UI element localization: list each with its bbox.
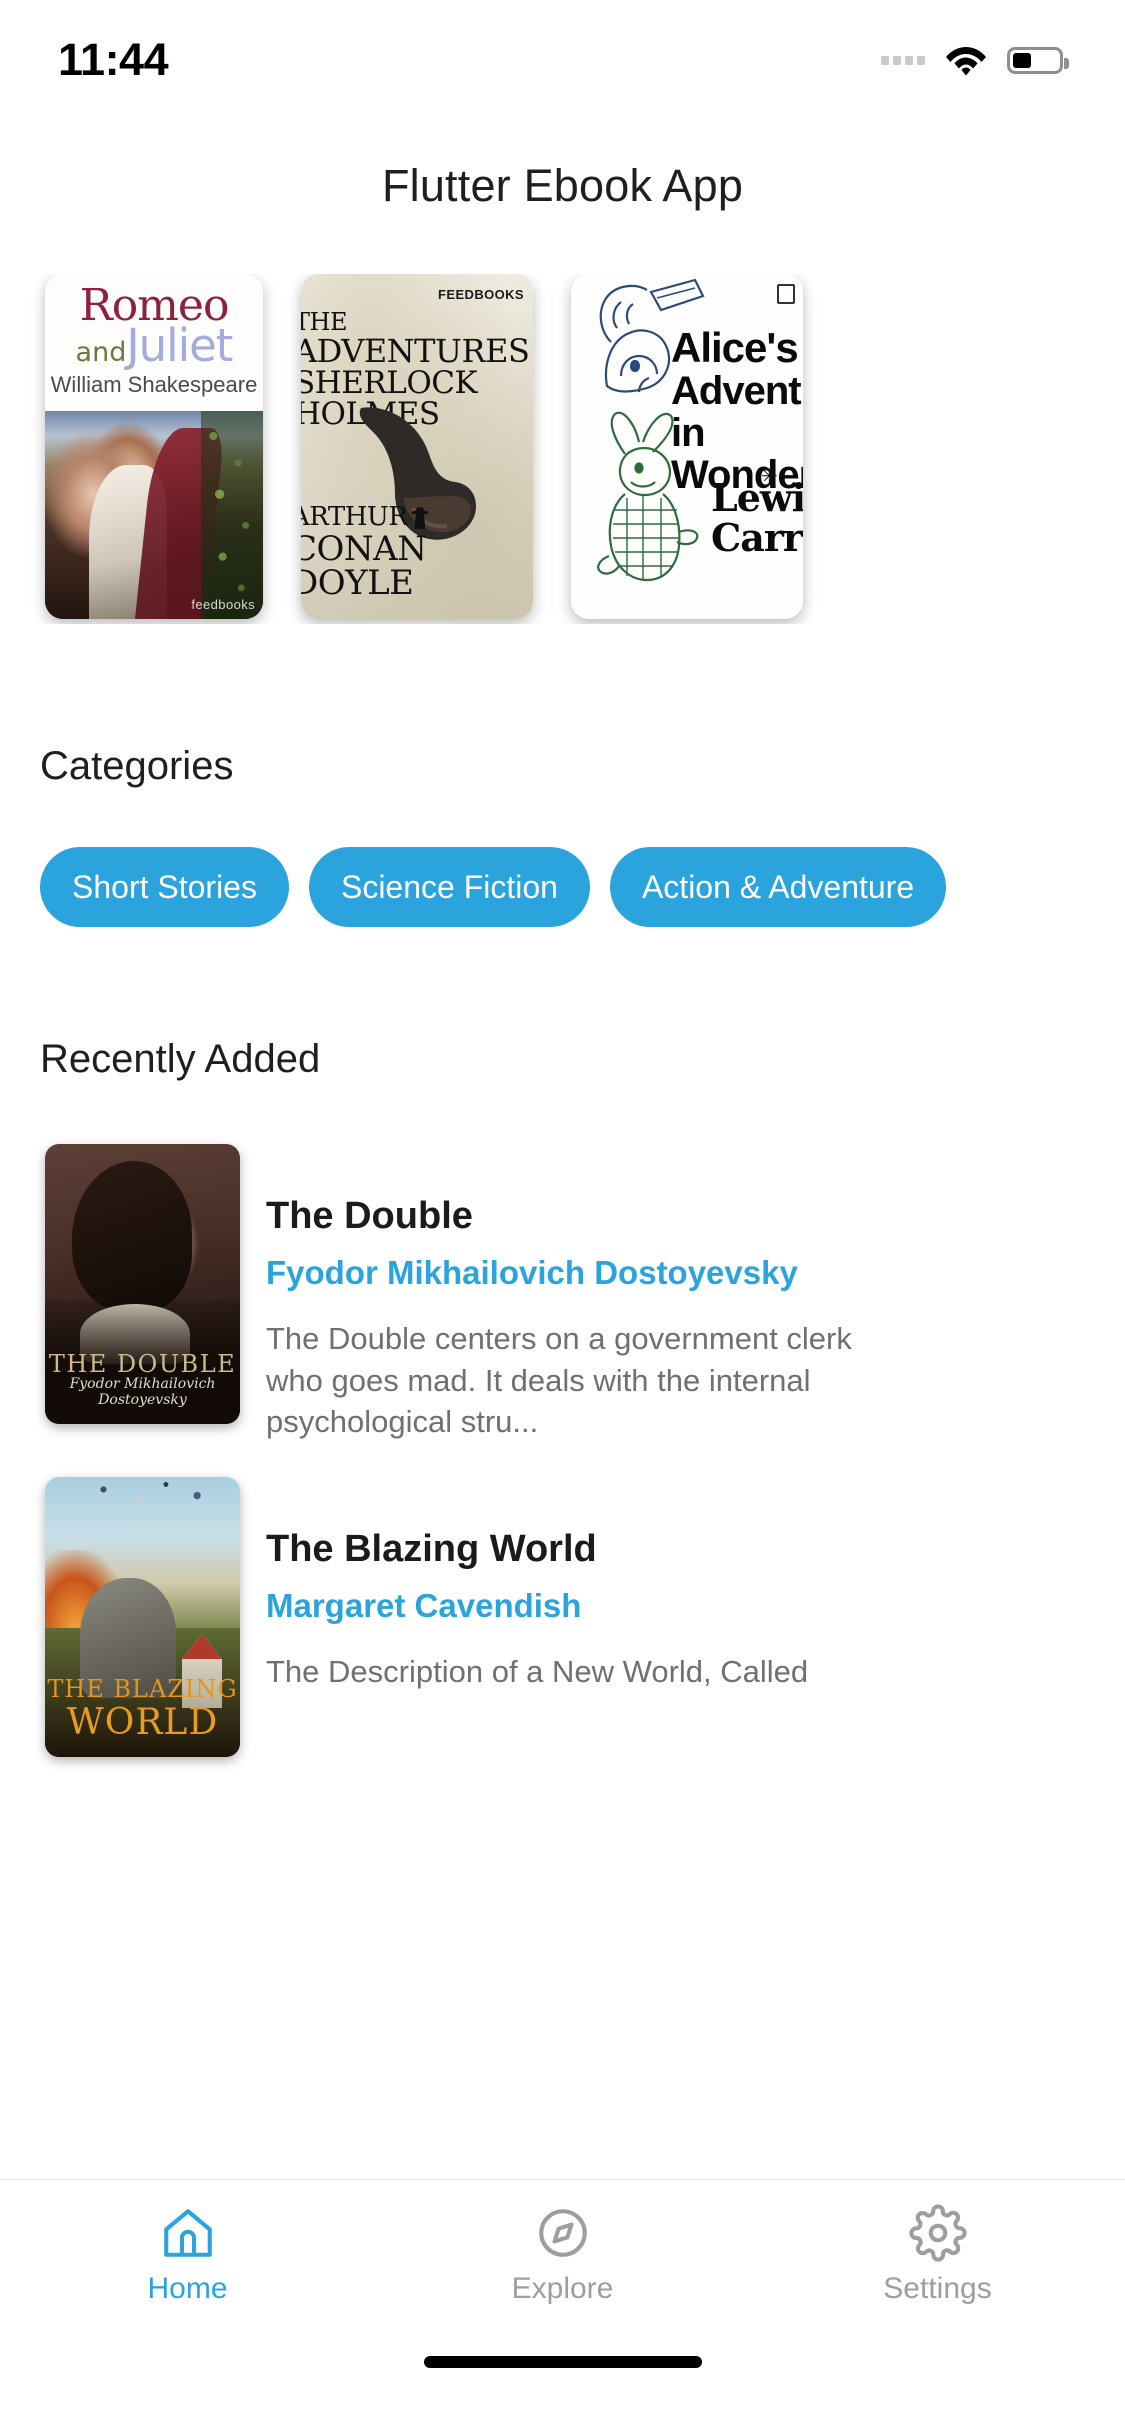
category-chip-short-stories[interactable]: Short Stories xyxy=(40,847,289,927)
cover-watermark: feedbooks xyxy=(191,597,255,612)
list-item[interactable]: THE BLAZING WORLD The Blazing World Marg… xyxy=(45,1477,1125,1758)
cover-title-line2: Juliet xyxy=(126,319,233,373)
cover-title-line1: Alice's xyxy=(671,324,799,371)
thumbnail-cover-title2: WORLD xyxy=(66,1702,219,1744)
nav-label-explore: Explore xyxy=(511,2272,614,2305)
cover-author-line1: Lewis xyxy=(711,475,803,520)
category-chip-action-adventure[interactable]: Action & Adventure xyxy=(609,847,947,927)
book-thumbnail[interactable]: THE DOUBLE Fyodor Mikhailovich Dostoyevs… xyxy=(45,1144,240,1424)
book-author: Fyodor Mikhailovich Dostoyevsky xyxy=(266,1253,798,1291)
cover-title-and: and xyxy=(75,337,127,369)
cover-author: ARTHUR CONAN DOYLE xyxy=(301,504,533,601)
rabbit-illustration xyxy=(597,411,699,582)
carousel-book-card[interactable]: Romeo andJuliet William Shakespeare feed… xyxy=(45,274,263,619)
book-description: The Description of a New World, Called xyxy=(266,1654,809,1689)
category-chip-science-fiction[interactable]: Science Fiction xyxy=(308,847,590,927)
publisher-badge-icon xyxy=(777,284,795,304)
cover-artwork: Alice's Adventures in Wonderland xyxy=(571,274,803,619)
featured-books-carousel[interactable]: Romeo andJuliet William Shakespeare feed… xyxy=(0,274,1125,624)
nav-item-settings[interactable]: Settings xyxy=(750,2204,1125,2306)
nav-item-explore[interactable]: Explore xyxy=(375,2204,750,2306)
cover-publisher-mark: FEEDBOOKS xyxy=(438,287,524,302)
book-thumbnail[interactable]: THE BLAZING WORLD xyxy=(45,1477,240,1758)
recently-added-list: THE DOUBLE Fyodor Mikhailovich Dostoyevs… xyxy=(0,1144,1125,1758)
book-info: The Blazing World Margaret Cavendish The… xyxy=(266,1477,906,1757)
carousel-book-card[interactable]: FEEDBOOKS THE ADVENTURES SHERLOCK HOLMES… xyxy=(301,274,533,619)
app-screen: 11:44 Flutter Ebook App Romeo andJuliet … xyxy=(0,0,1125,2436)
thumbnail-cover-title: THE BLAZING xyxy=(47,1675,238,1704)
recently-added-heading: Recently Added xyxy=(40,1037,321,1081)
home-icon xyxy=(163,2209,212,2257)
cover-artwork: feedbooks xyxy=(45,411,263,619)
status-bar-indicators xyxy=(881,44,1069,76)
cover-author: Lewis Carroll xyxy=(711,475,803,561)
gear-icon xyxy=(908,2204,967,2262)
thumbnail-cover-author: Fyodor Mikhailovich Dostoyevsky xyxy=(69,1376,216,1408)
cover-author: William Shakespeare xyxy=(50,372,258,398)
book-info: The Double Fyodor Mikhailovich Dostoyevs… xyxy=(266,1144,906,1443)
holmes-silhouette-icon xyxy=(411,507,429,530)
wifi-icon xyxy=(945,44,987,76)
nav-label-home: Home xyxy=(147,2272,228,2305)
book-title: The Blazing World xyxy=(266,1528,597,1571)
compass-icon xyxy=(538,2209,587,2257)
bottom-navigation: Home Explore Settings xyxy=(0,2179,1125,2436)
cover-author-line2: CONAN DOYLE xyxy=(301,528,427,604)
carousel-book-card[interactable]: Alice's Adventures in Wonderland xyxy=(571,274,803,619)
home-indicator[interactable] xyxy=(0,2330,1125,2436)
battery-icon xyxy=(1007,46,1069,74)
list-item[interactable]: THE DOUBLE Fyodor Mikhailovich Dostoyevs… xyxy=(45,1144,1125,1443)
status-bar-clock: 11:44 xyxy=(58,34,169,85)
book-cover-text: Romeo andJuliet William Shakespeare xyxy=(45,274,263,411)
nav-item-home[interactable]: Home xyxy=(0,2204,375,2306)
page-title: Flutter Ebook App xyxy=(381,160,744,211)
book-description: The Double centers on a government clerk… xyxy=(266,1320,852,1440)
book-title: The Double xyxy=(266,1195,473,1237)
status-bar: 11:44 xyxy=(0,0,1125,120)
cover-author-line1: ARTHUR xyxy=(301,502,408,533)
book-author: Margaret Cavendish xyxy=(266,1587,582,1625)
cover-author-line2: Carroll xyxy=(711,515,803,561)
cover-title-line2: ADVENTURES xyxy=(301,332,530,371)
thumbnail-cover-title: THE DOUBLE xyxy=(48,1350,237,1378)
nav-label-settings: Settings xyxy=(883,2272,992,2305)
signal-dots-icon xyxy=(881,55,925,65)
categories-heading: Categories xyxy=(40,744,234,788)
categories-chip-row[interactable]: Short Stories Science Fiction Action & A… xyxy=(0,847,1125,927)
cover-artwork: FEEDBOOKS THE ADVENTURES SHERLOCK HOLMES… xyxy=(301,274,533,619)
